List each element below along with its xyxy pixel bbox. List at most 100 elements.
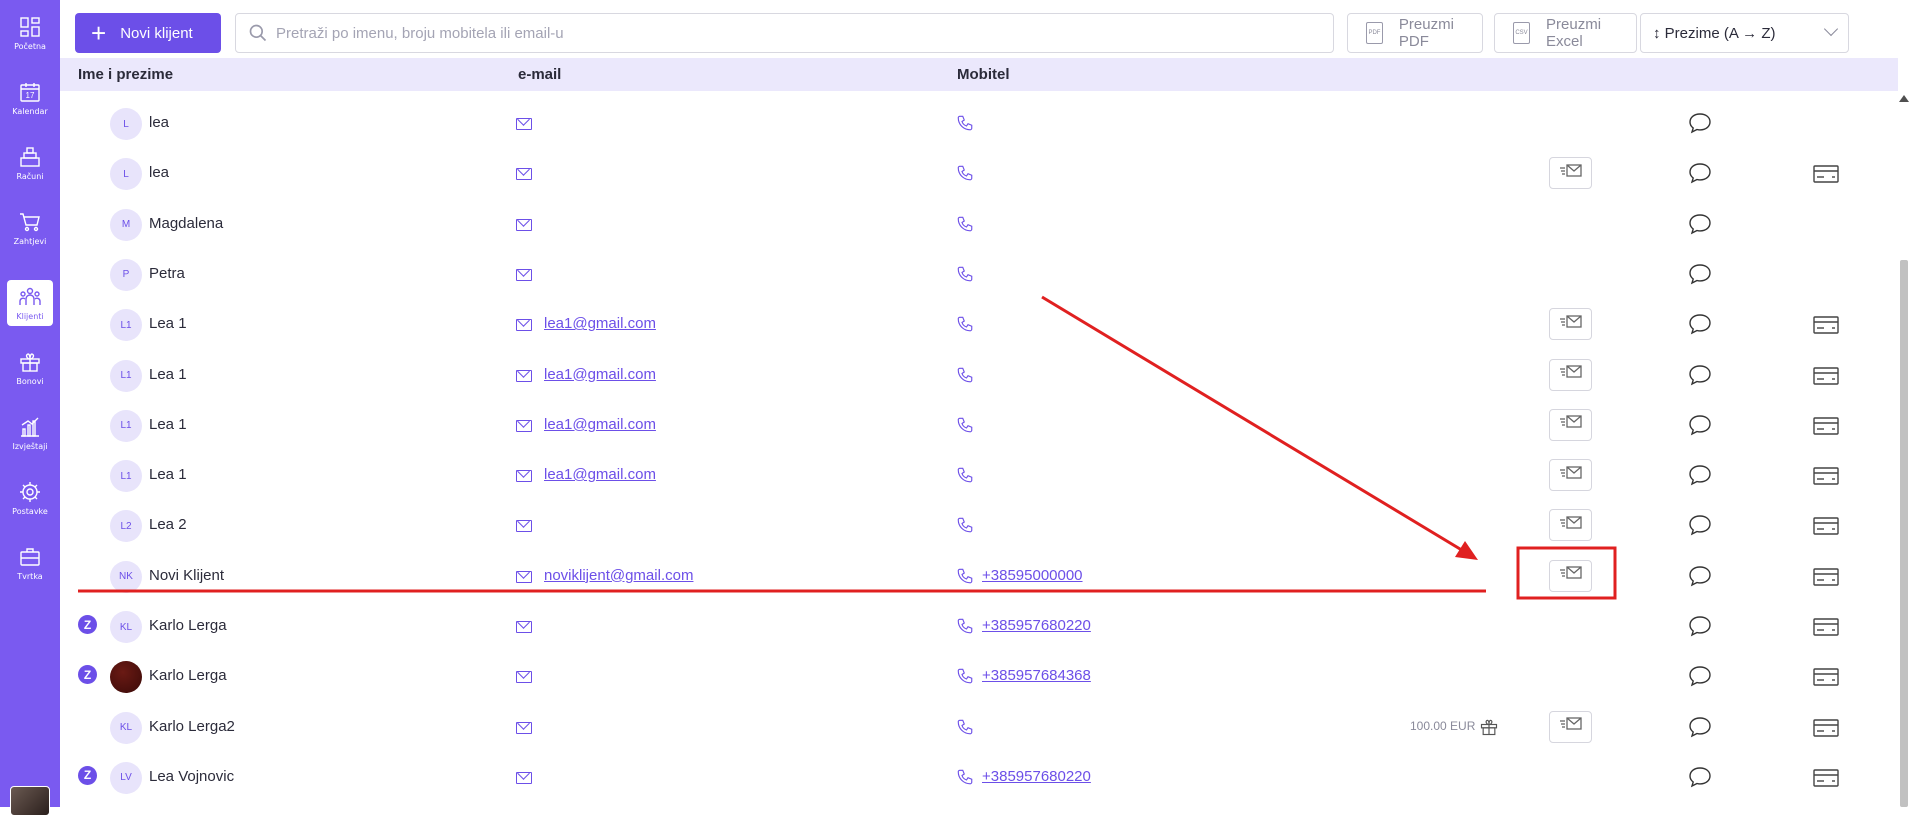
client-phone-link[interactable]: +385957684368 [982,667,1091,684]
sort-select[interactable]: ↕ Prezime (A → Z) [1640,13,1849,53]
send-email-button[interactable] [1549,408,1592,441]
chat-bubble-icon[interactable] [1687,312,1713,336]
client-name[interactable]: Petra [149,265,185,282]
table-row[interactable]: L1 Lea 1 lea1@gmail.com [60,348,1898,398]
phone-icon[interactable] [956,667,974,685]
chat-bubble-icon[interactable] [1687,564,1713,588]
chat-bubble-icon[interactable] [1687,363,1713,387]
table-row[interactable]: Llea [60,146,1898,196]
client-email-link[interactable]: lea1@gmail.com [544,416,656,433]
nav-item-bonovi[interactable]: Bonovi [7,345,53,391]
chat-bubble-icon[interactable] [1687,513,1713,537]
client-name[interactable]: Karlo Lerga2 [149,718,235,735]
client-email-link[interactable]: lea1@gmail.com [544,315,656,332]
download-excel-button[interactable]: CSV Preuzmi Excel [1494,13,1637,53]
send-email-button[interactable] [1549,509,1592,542]
mail-icon[interactable] [516,268,532,281]
send-email-button[interactable] [1549,157,1592,190]
send-email-button[interactable] [1549,358,1592,391]
table-row[interactable]: L1 Lea 1 lea1@gmail.com [60,448,1898,498]
phone-icon[interactable] [956,718,974,736]
mail-icon[interactable] [516,369,532,382]
credit-card-icon[interactable] [1813,467,1839,485]
table-row[interactable]: L2 Lea 2 [60,498,1898,548]
credit-card-icon[interactable] [1813,567,1839,586]
table-row[interactable]: L1 Lea 1 lea1@gmail.com [60,398,1898,448]
client-name[interactable]: Lea 2 [149,516,187,533]
column-header-email[interactable]: e-mail [518,66,561,83]
send-email-button[interactable] [1549,559,1592,592]
client-phone-link[interactable]: +385957680220 [982,617,1091,634]
mail-icon[interactable] [516,621,532,633]
mail-icon[interactable] [516,570,532,583]
chat-bubble-icon[interactable] [1687,413,1713,437]
chat-bubble-icon[interactable] [1687,262,1713,286]
table-row[interactable]: Llea [60,96,1898,146]
credit-card-icon[interactable] [1813,165,1839,183]
phone-icon[interactable] [956,516,974,534]
credit-card-icon[interactable] [1813,618,1839,636]
chat-bubble-icon[interactable] [1687,111,1713,135]
client-email-link[interactable]: lea1@gmail.com [544,466,656,483]
nav-item-pocetna[interactable]: Početna [7,10,53,56]
client-name[interactable]: Karlo Lerga [149,617,227,634]
phone-icon[interactable] [956,114,974,132]
credit-card-icon[interactable] [1813,769,1839,787]
credit-card-icon[interactable] [1813,417,1839,435]
table-row[interactable]: Z KL Karlo Lerga +385957680220 [60,599,1898,649]
client-name[interactable]: Lea 1 [149,416,187,433]
client-name[interactable]: Novi Klijent [149,567,224,584]
phone-icon[interactable] [956,466,974,484]
credit-card-icon[interactable] [1813,718,1839,737]
client-name[interactable]: Lea 1 [149,315,187,332]
nav-item-kalendar[interactable]: 17 Kalendar [7,75,53,121]
nav-item-tvrtka[interactable]: Tvrtka [7,540,53,586]
chat-bubble-icon[interactable] [1687,765,1713,789]
nav-item-klijenti[interactable]: Klijenti [7,280,53,326]
nav-item-zahtjevi[interactable]: Zahtjevi [7,205,53,251]
mail-icon[interactable] [516,671,532,684]
chat-bubble-icon[interactable] [1687,463,1713,487]
client-name[interactable]: Karlo Lerga [149,667,227,684]
phone-icon[interactable] [956,366,974,384]
send-email-button[interactable] [1549,459,1592,492]
table-row[interactable]: Z Karlo Lerga +385957684368 [60,649,1898,699]
client-name[interactable]: Lea 1 [149,366,187,383]
mail-icon[interactable] [516,470,532,483]
phone-icon[interactable] [956,768,974,786]
column-header-mobile[interactable]: Mobitel [957,66,1010,83]
client-name[interactable]: Lea Vojnovic [149,768,234,785]
client-name[interactable]: lea [149,114,169,131]
nav-item-racuni[interactable]: Računi [7,140,53,186]
send-email-button[interactable] [1549,308,1592,341]
nav-item-postavke[interactable]: Postavke [7,475,53,521]
phone-icon[interactable] [956,416,974,434]
mail-icon[interactable] [516,771,532,784]
mail-icon[interactable] [516,118,532,130]
scroll-up-arrow[interactable] [1899,95,1909,102]
user-avatar[interactable] [10,786,50,816]
mail-icon[interactable] [516,419,532,432]
phone-icon[interactable] [956,215,974,233]
table-row[interactable]: P Petra [60,247,1898,297]
new-client-button[interactable]: + Novi klijent [75,13,221,53]
chat-bubble-icon[interactable] [1687,614,1713,638]
chat-bubble-icon[interactable] [1687,664,1713,688]
table-row[interactable]: NK Novi Klijent noviklijent@gmail.com +3859… [60,549,1898,599]
client-name[interactable]: lea [149,164,169,181]
download-pdf-button[interactable]: PDF Preuzmi PDF [1347,13,1483,53]
mail-icon[interactable] [516,520,532,533]
table-row[interactable]: L1 Lea 1 lea1@gmail.com [60,297,1898,347]
send-email-button[interactable] [1549,710,1592,743]
table-row[interactable]: M Magdalena [60,197,1898,247]
mail-icon[interactable] [516,721,532,734]
search-input[interactable] [276,24,1276,42]
phone-icon[interactable] [956,265,974,283]
chat-bubble-icon[interactable] [1687,715,1713,739]
scrollbar-thumb[interactable] [1900,260,1908,807]
mail-icon[interactable] [516,319,532,332]
column-header-name[interactable]: Ime i prezime [78,66,173,83]
client-phone-link[interactable]: +38595000000 [982,567,1083,584]
credit-card-icon[interactable] [1813,366,1839,385]
phone-icon[interactable] [956,164,974,182]
